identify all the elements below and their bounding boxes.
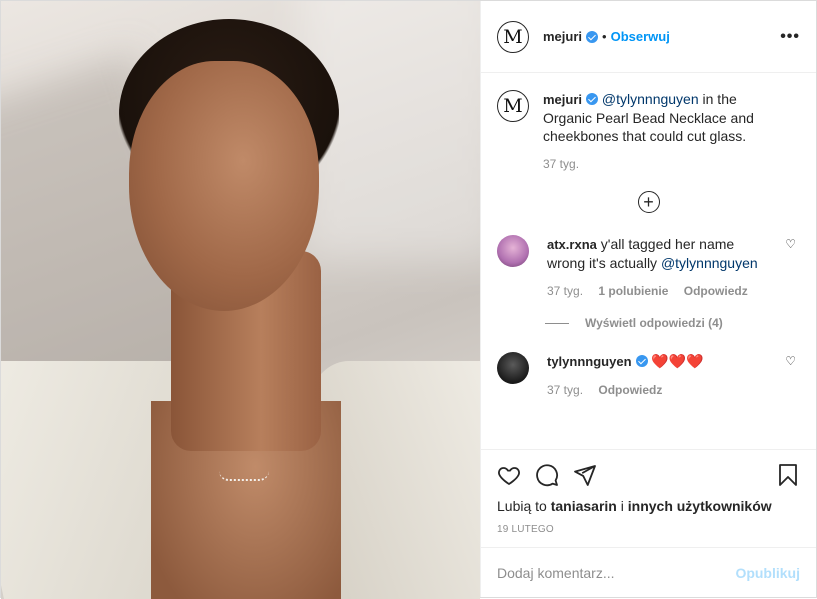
- caption-mention[interactable]: @tylynnnguyen: [602, 91, 699, 107]
- photo-face: [129, 61, 319, 311]
- caption-body: mejuri @tylynnnguyen in the Organic Pear…: [543, 90, 783, 173]
- comment-like-heart-icon[interactable]: ♡: [785, 237, 796, 251]
- comment-item: tylynnnguyen ❤️❤️❤️ 37 tyg. Odpowiedz ♡: [497, 352, 800, 399]
- plus-circle-icon[interactable]: +: [637, 191, 660, 213]
- view-replies-label: Wyświetl odpowiedzi (4): [585, 316, 723, 330]
- reply-button[interactable]: Odpowiedz: [598, 383, 662, 397]
- bookmark-icon[interactable]: [776, 463, 800, 487]
- comment-likes[interactable]: 1 polubienie: [598, 284, 668, 298]
- verified-icon: [635, 355, 648, 367]
- likes-others[interactable]: innych użytkowników: [628, 498, 772, 514]
- comment-time[interactable]: 37 tyg.: [547, 284, 583, 298]
- comment-body: atx.rxna y'all tagged her name wrong it'…: [547, 235, 767, 300]
- reply-button[interactable]: Odpowiedz: [684, 284, 748, 298]
- comment-icon[interactable]: [535, 463, 559, 487]
- post-dialog: M mejuri • Obserwuj ••• M mejuri @tylynn…: [0, 0, 817, 599]
- comment-item: atx.rxna y'all tagged her name wrong it'…: [497, 235, 800, 300]
- likes-summary: Lubią to taniasarin i innych użytkownikó…: [497, 498, 800, 514]
- publish-button[interactable]: Opublikuj: [735, 565, 800, 581]
- post-date[interactable]: 19 LUTEGO: [497, 524, 800, 535]
- post-caption: M mejuri @tylynnnguyen in the Organic Pe…: [497, 90, 800, 173]
- photo-necklace: [219, 471, 269, 481]
- comment-meta: 37 tyg. 1 polubienie Odpowiedz: [547, 282, 767, 300]
- header-username[interactable]: mejuri: [543, 29, 582, 44]
- comment-meta: 37 tyg. Odpowiedz: [547, 381, 767, 399]
- heart-icon[interactable]: [497, 463, 521, 487]
- comment-time[interactable]: 37 tyg.: [547, 383, 583, 397]
- verified-icon: [586, 93, 599, 105]
- likes-user[interactable]: taniasarin: [551, 498, 617, 514]
- view-replies-button[interactable]: Wyświetl odpowiedzi (4): [545, 316, 800, 330]
- comment-like-heart-icon[interactable]: ♡: [785, 354, 796, 368]
- more-options-icon[interactable]: •••: [780, 28, 800, 46]
- separator-dot: •: [602, 29, 607, 44]
- post-sidebar: M mejuri • Obserwuj ••• M mejuri @tylynn…: [480, 1, 816, 597]
- post-header: M mejuri • Obserwuj •••: [481, 1, 816, 73]
- commenter-avatar[interactable]: [497, 235, 529, 267]
- replies-divider: [545, 322, 569, 324]
- caption-meta: 37 tyg.: [543, 155, 783, 173]
- comments-list[interactable]: M mejuri @tylynnnguyen in the Organic Pe…: [481, 74, 816, 449]
- avatar-letter: M: [503, 25, 523, 48]
- post-actions: Lubią to taniasarin i innych użytkownikó…: [481, 449, 816, 535]
- comment-username[interactable]: atx.rxna: [547, 237, 597, 252]
- post-photo[interactable]: [1, 1, 480, 599]
- avatar[interactable]: M: [497, 20, 529, 53]
- caption-avatar[interactable]: M: [497, 90, 529, 122]
- likes-middle: i: [616, 498, 628, 514]
- comment-hearts: ❤️❤️❤️: [647, 353, 704, 369]
- comment-body: tylynnnguyen ❤️❤️❤️ 37 tyg. Odpowiedz: [547, 352, 767, 399]
- caption-username[interactable]: mejuri: [543, 92, 582, 107]
- comment-username[interactable]: tylynnnguyen: [547, 354, 632, 369]
- action-icons: [497, 460, 800, 490]
- comment-input[interactable]: [497, 564, 736, 581]
- likes-prefix: Lubią to: [497, 498, 551, 514]
- add-comment-bar: Opublikuj: [481, 547, 816, 597]
- caption-time[interactable]: 37 tyg.: [543, 157, 579, 171]
- verified-icon: [586, 30, 599, 43]
- follow-button[interactable]: Obserwuj: [611, 29, 670, 44]
- comment-mention[interactable]: @tylynnnguyen: [661, 255, 758, 271]
- caption-avatar-letter: M: [503, 95, 523, 117]
- paper-plane-icon[interactable]: [573, 463, 597, 487]
- commenter-avatar[interactable]: [497, 352, 529, 384]
